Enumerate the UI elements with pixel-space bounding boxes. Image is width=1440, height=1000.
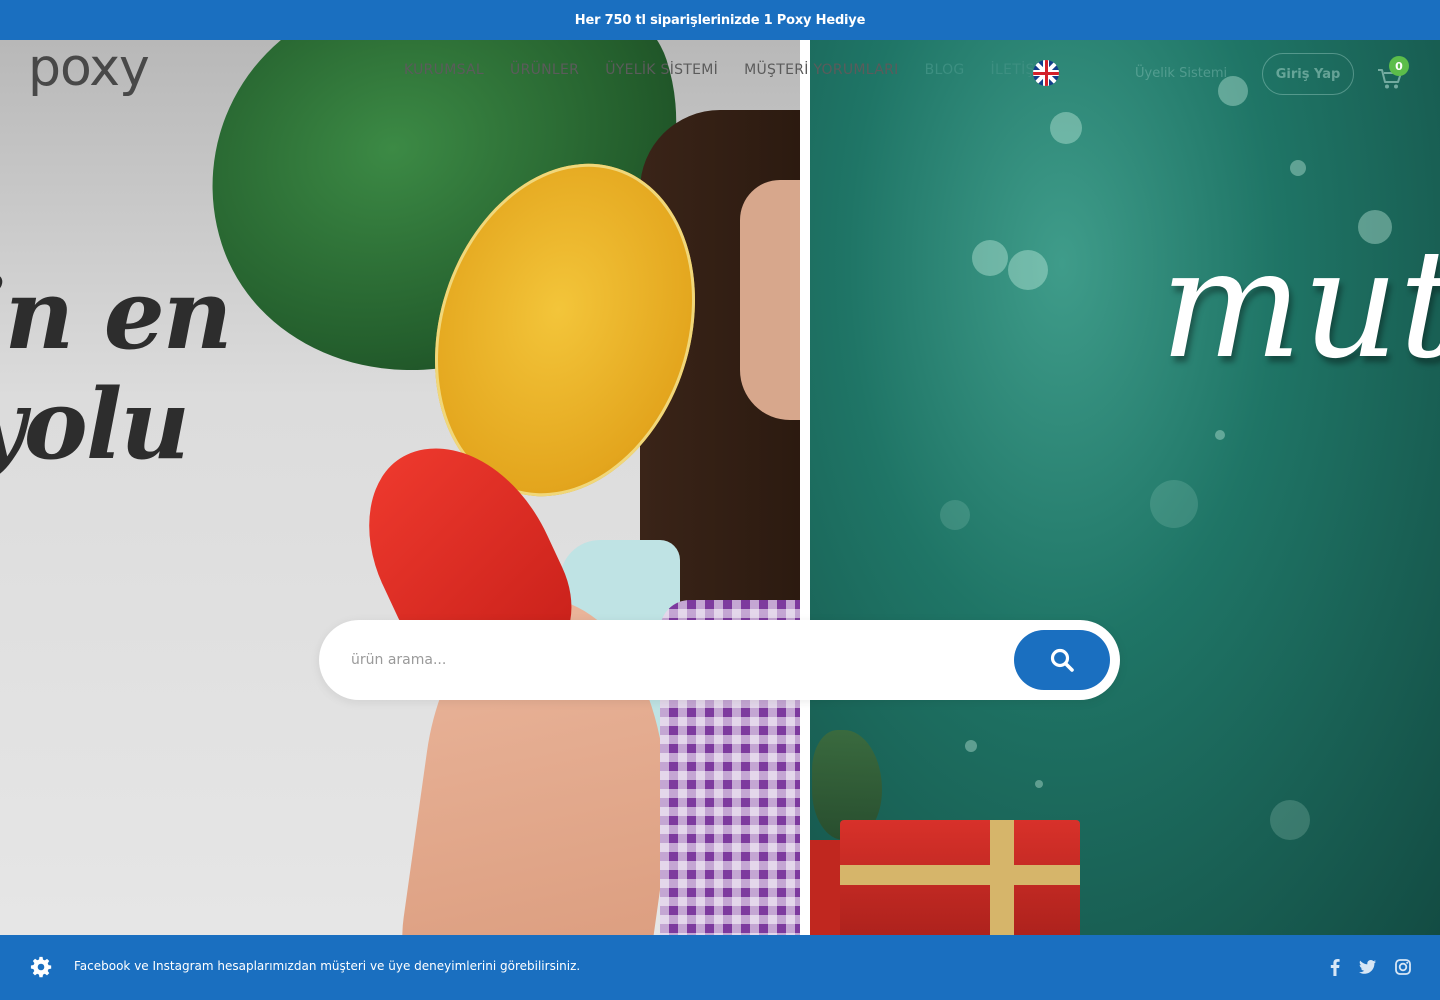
nav-item-uyelik-sistemi[interactable]: ÜYELİK SİSTEMİ xyxy=(605,62,718,78)
bokeh-light xyxy=(972,240,1008,276)
instagram-icon[interactable] xyxy=(1393,957,1413,977)
uk-flag-icon[interactable] xyxy=(1033,60,1059,86)
hero-left-script-line1: in en xyxy=(0,258,233,371)
twitter-icon[interactable] xyxy=(1357,957,1377,977)
bokeh-light xyxy=(1050,112,1082,144)
hero-slide-left[interactable]: in en yolu xyxy=(0,40,800,935)
bokeh-light xyxy=(1215,430,1225,440)
bokeh-light xyxy=(1035,780,1043,788)
hero-banner: in en yolu mut xyxy=(0,40,1440,935)
facebook-icon[interactable] xyxy=(1325,957,1345,977)
model-face xyxy=(740,180,800,420)
hero-left-script: in en yolu xyxy=(0,258,233,481)
hero-left-script-line2: yolu xyxy=(0,368,190,481)
search-icon xyxy=(1050,648,1074,672)
bokeh-light xyxy=(1008,250,1048,290)
membership-link[interactable]: Üyelik Sistemi xyxy=(1135,66,1227,81)
nav-item-urunler[interactable]: ÜRÜNLER xyxy=(510,62,579,78)
bokeh-light xyxy=(965,740,977,752)
search-input[interactable] xyxy=(351,640,991,680)
search-button[interactable] xyxy=(1014,630,1110,690)
bokeh-light xyxy=(1150,480,1198,528)
product-search xyxy=(319,620,1120,700)
nav-item-blog[interactable]: BLOG xyxy=(925,62,965,78)
cart-count-badge: 0 xyxy=(1389,56,1409,76)
logo[interactable]: poxy xyxy=(28,40,150,96)
bokeh-light xyxy=(1270,800,1310,840)
bokeh-light xyxy=(940,500,970,530)
social-info-text: Facebook ve Instagram hesaplarımızdan mü… xyxy=(74,959,581,973)
gift-ribbon xyxy=(990,820,1014,935)
slide-divider xyxy=(800,40,810,935)
gear-icon[interactable] xyxy=(30,956,52,978)
hero-right-script: mut xyxy=(1160,218,1440,392)
announcement-bar: Her 750 tl siparişlerinizde 1 Poxy Hediy… xyxy=(0,0,1440,40)
social-info-bar: Facebook ve Instagram hesaplarımızdan mü… xyxy=(0,935,1440,1000)
flag-cross xyxy=(1033,71,1059,75)
nav-item-musteri-yorumlari[interactable]: MÜŞTERİ YORUMLARI xyxy=(744,62,898,78)
main-navigation: poxy KURUMSAL ÜRÜNLER ÜYELİK SİSTEMİ MÜŞ… xyxy=(0,40,1440,106)
bokeh-light xyxy=(1290,160,1306,176)
gift-box xyxy=(810,840,840,935)
nav-menu: KURUMSAL ÜRÜNLER ÜYELİK SİSTEMİ MÜŞTERİ … xyxy=(404,62,1052,78)
announcement-text: Her 750 tl siparişlerinizde 1 Poxy Hediy… xyxy=(574,12,866,28)
login-button[interactable]: Giriş Yap xyxy=(1262,53,1354,95)
hero-slide-right[interactable] xyxy=(810,40,1440,935)
gift-ribbon xyxy=(840,865,1080,885)
nav-item-kurumsal[interactable]: KURUMSAL xyxy=(404,62,484,78)
